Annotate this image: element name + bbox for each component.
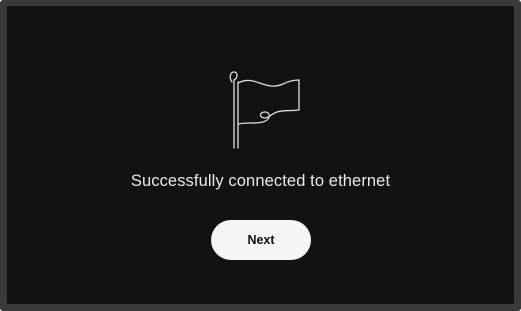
flag-icon bbox=[229, 71, 300, 149]
status-message: Successfully connected to ethernet bbox=[130, 172, 391, 190]
device-bezel: Successfully connected to ethernet Next bbox=[0, 0, 521, 311]
setup-screen: Successfully connected to ethernet Next bbox=[7, 6, 514, 304]
next-button[interactable]: Next bbox=[211, 220, 311, 260]
